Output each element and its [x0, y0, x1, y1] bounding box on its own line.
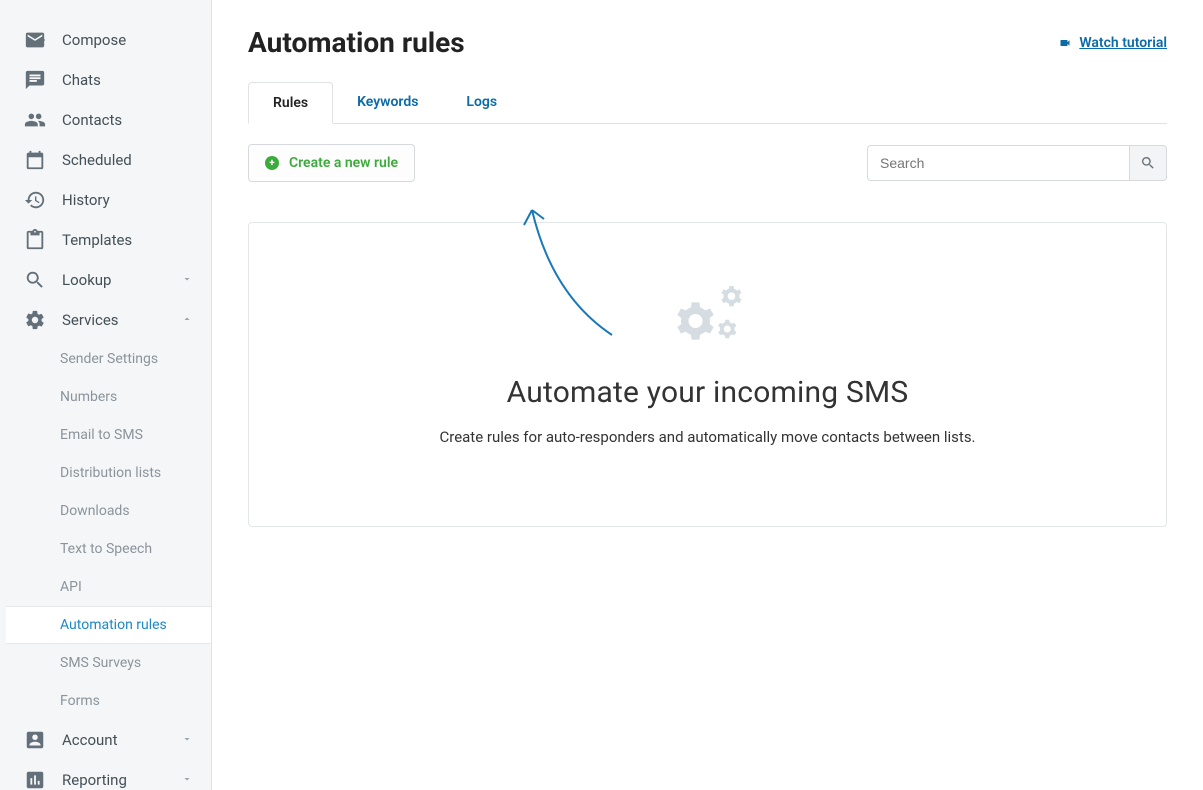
- sidebar-item-reporting[interactable]: Reporting: [0, 760, 211, 790]
- history-icon: [24, 189, 46, 211]
- sidebar-sub-downloads[interactable]: Downloads: [0, 492, 211, 530]
- sidebar-item-label: Scheduled: [62, 151, 132, 169]
- compose-icon: [24, 29, 46, 51]
- sidebar-item-label: Contacts: [62, 111, 122, 129]
- plus-icon: +: [265, 156, 279, 170]
- sidebar-sub-label: Text to Speech: [60, 541, 152, 557]
- watch-tutorial-label: Watch tutorial: [1079, 35, 1167, 51]
- sidebar-item-label: Account: [62, 731, 118, 749]
- chevron-down-icon: [181, 771, 193, 789]
- chart-icon: [24, 769, 46, 790]
- account-icon: [24, 729, 46, 751]
- tab-label: Logs: [466, 94, 497, 110]
- sidebar-item-label: Lookup: [62, 271, 111, 289]
- sidebar-item-label: History: [62, 191, 110, 209]
- sidebar-item-templates[interactable]: Templates: [0, 220, 211, 260]
- sidebar-item-services[interactable]: Services: [0, 300, 211, 340]
- sidebar: Compose Chats Contacts Scheduled History…: [0, 0, 212, 790]
- video-icon: [1057, 37, 1073, 49]
- sidebar-sub-sms-surveys[interactable]: SMS Surveys: [0, 644, 211, 682]
- sidebar-sub-numbers[interactable]: Numbers: [0, 378, 211, 416]
- sidebar-sub-label: Distribution lists: [60, 465, 161, 481]
- gear-icon: [24, 309, 46, 331]
- page-title: Automation rules: [248, 26, 465, 59]
- sidebar-item-chats[interactable]: Chats: [0, 60, 211, 100]
- search-icon: [1140, 155, 1156, 171]
- clipboard-icon: [24, 229, 46, 251]
- sidebar-item-label: Templates: [62, 231, 132, 249]
- sidebar-sub-automation-rules[interactable]: Automation rules: [6, 606, 211, 644]
- empty-state: Automate your incoming SMS Create rules …: [248, 222, 1167, 527]
- sidebar-sub-api[interactable]: API: [0, 568, 211, 606]
- sidebar-sub-label: Numbers: [60, 389, 117, 405]
- sidebar-sub-forms[interactable]: Forms: [0, 682, 211, 720]
- chat-icon: [24, 69, 46, 91]
- sidebar-sub-email-to-sms[interactable]: Email to SMS: [0, 416, 211, 454]
- empty-title: Automate your incoming SMS: [279, 375, 1136, 410]
- contacts-icon: [24, 109, 46, 131]
- chevron-down-icon: [181, 271, 193, 289]
- search-icon: [24, 269, 46, 291]
- tab-logs[interactable]: Logs: [442, 82, 521, 124]
- toolbar: + Create a new rule: [248, 144, 1167, 182]
- sidebar-item-history[interactable]: History: [0, 180, 211, 220]
- create-rule-button[interactable]: + Create a new rule: [248, 144, 415, 182]
- sidebar-item-scheduled[interactable]: Scheduled: [0, 140, 211, 180]
- search: [867, 145, 1167, 181]
- create-rule-label: Create a new rule: [289, 155, 398, 171]
- calendar-icon: [24, 149, 46, 171]
- sidebar-sub-label: SMS Surveys: [60, 655, 141, 671]
- sidebar-sub-label: API: [60, 579, 82, 595]
- watch-tutorial-link[interactable]: Watch tutorial: [1057, 35, 1167, 51]
- sidebar-sub-label: Downloads: [60, 503, 130, 519]
- sidebar-item-compose[interactable]: Compose: [0, 20, 211, 60]
- chevron-down-icon: [181, 731, 193, 749]
- sidebar-item-lookup[interactable]: Lookup: [0, 260, 211, 300]
- tab-keywords[interactable]: Keywords: [333, 82, 442, 124]
- sidebar-sub-label: Sender Settings: [60, 351, 158, 367]
- empty-subtitle: Create rules for auto-responders and aut…: [279, 428, 1136, 446]
- sidebar-item-label: Compose: [62, 31, 126, 49]
- sidebar-sub-label: Email to SMS: [60, 427, 143, 443]
- tab-rules[interactable]: Rules: [248, 82, 333, 124]
- sidebar-item-account[interactable]: Account: [0, 720, 211, 760]
- chevron-up-icon: [181, 311, 193, 329]
- page-header: Automation rules Watch tutorial: [248, 26, 1167, 59]
- search-input[interactable]: [867, 145, 1129, 181]
- sidebar-sub-distribution-lists[interactable]: Distribution lists: [0, 454, 211, 492]
- sidebar-item-contacts[interactable]: Contacts: [0, 100, 211, 140]
- tab-label: Rules: [273, 95, 308, 111]
- sidebar-sub-label: Forms: [60, 693, 100, 709]
- sidebar-sub-label: Automation rules: [60, 617, 167, 633]
- tab-label: Keywords: [357, 94, 418, 110]
- sidebar-sub-sender-settings[interactable]: Sender Settings: [0, 340, 211, 378]
- sidebar-item-label: Reporting: [62, 771, 127, 789]
- sidebar-item-label: Services: [62, 311, 119, 329]
- search-button[interactable]: [1129, 145, 1167, 181]
- gears-icon: [279, 283, 1136, 357]
- sidebar-item-label: Chats: [62, 71, 101, 89]
- sidebar-sub-text-to-speech[interactable]: Text to Speech: [0, 530, 211, 568]
- main-content: Automation rules Watch tutorial Rules Ke…: [212, 0, 1203, 790]
- tabs: Rules Keywords Logs: [248, 81, 1167, 124]
